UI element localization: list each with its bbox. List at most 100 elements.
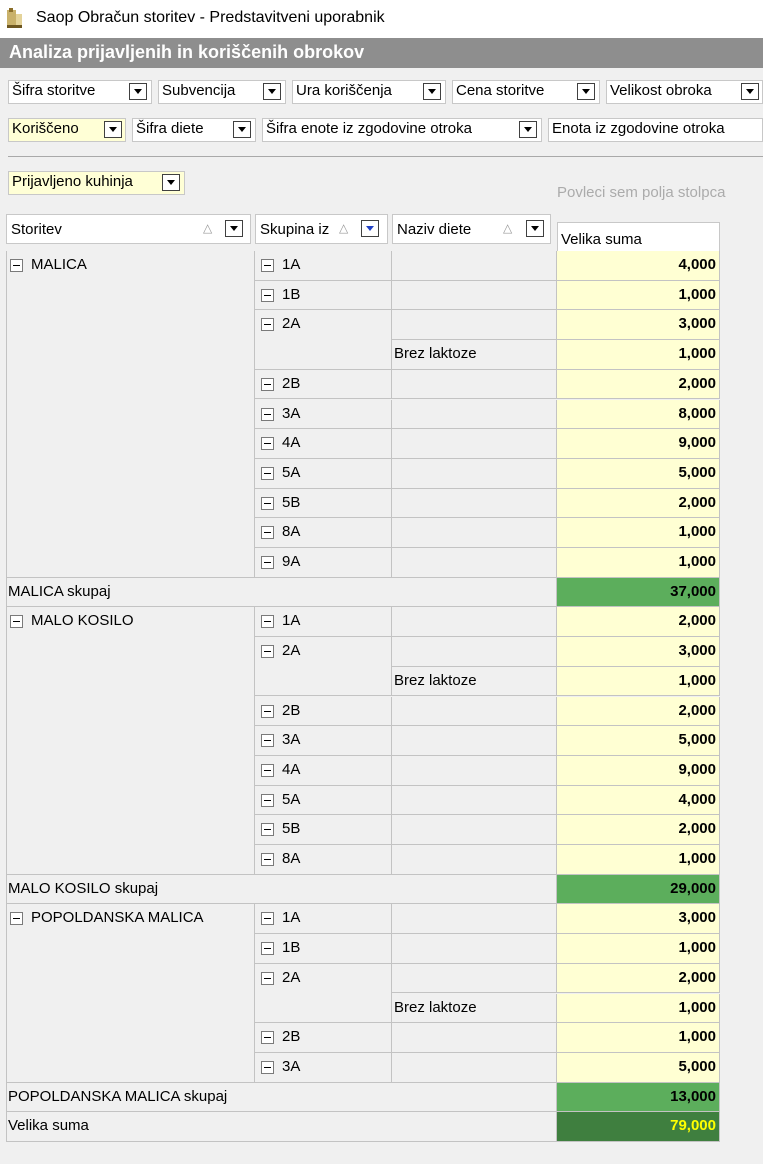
group-name-label: POPOLDANSKA MALICA — [31, 909, 204, 927]
dropdown-arrow-icon[interactable] — [233, 121, 251, 138]
collapse-toggle-icon[interactable] — [261, 1031, 274, 1045]
filter-field-ura-koriscenja[interactable]: Ura koriščenja — [292, 80, 446, 104]
row-cell-dieta — [392, 815, 557, 845]
row-cell-skupina[interactable]: 2A — [255, 637, 392, 697]
collapse-toggle-icon[interactable] — [261, 556, 274, 569]
row-cell-skupina[interactable]: 2B — [255, 369, 392, 400]
group-cell-storitev[interactable]: MALO KOSILO — [6, 607, 255, 875]
row-cell-skupina[interactable]: 3A — [255, 726, 392, 756]
filter-field-sifra-enote[interactable]: Šifra enote iz zgodovine otroka — [262, 118, 542, 142]
collapse-toggle-icon[interactable] — [261, 704, 274, 718]
filter-field-subvencija[interactable]: Subvencija — [158, 80, 286, 104]
collapse-toggle-icon[interactable] — [261, 615, 274, 629]
row-cell-skupina[interactable]: 1A — [255, 251, 392, 281]
dropdown-filter-icon[interactable] — [361, 220, 379, 237]
collapse-toggle-icon[interactable] — [261, 645, 274, 659]
row-cell-skupina[interactable]: 5B — [255, 488, 392, 519]
skupina-label: 2B — [282, 701, 301, 719]
row-cell-skupina[interactable]: 1A — [255, 904, 392, 935]
dropdown-arrow-icon[interactable] — [104, 121, 122, 138]
dropdown-arrow-icon[interactable] — [519, 121, 537, 138]
dropdown-arrow-icon[interactable] — [162, 174, 180, 191]
filter-field-sifra-storitve[interactable]: Šifra storitve — [8, 80, 152, 104]
collapse-toggle-icon[interactable] — [261, 942, 274, 956]
grand-total-value-cell: 79,000 — [557, 1112, 720, 1142]
row-cell-skupina[interactable]: 4A — [255, 429, 392, 459]
dropdown-arrow-icon[interactable] — [129, 83, 147, 100]
row-cell-skupina[interactable]: 1B — [255, 934, 392, 964]
dropdown-arrow-icon[interactable] — [526, 220, 544, 237]
row-header-naziv-diete[interactable]: Naziv diete △ — [392, 214, 551, 244]
collapse-toggle-icon[interactable] — [261, 763, 274, 777]
row-cell-skupina[interactable]: 2A — [255, 963, 392, 1024]
collapse-toggle-icon[interactable] — [261, 496, 274, 510]
filter-field-enota[interactable]: Enota iz zgodovine otroka — [548, 118, 763, 142]
collapse-toggle-icon[interactable] — [261, 377, 274, 391]
row-cell-skupina[interactable]: 5A — [255, 785, 392, 816]
row-cell-skupina[interactable]: 2A — [255, 310, 392, 370]
row-cell-skupina[interactable]: 8A — [255, 845, 392, 875]
row-cell-dieta — [392, 280, 557, 311]
grand-total-label-cell: Velika suma — [6, 1112, 557, 1142]
collapse-toggle-icon[interactable] — [261, 407, 274, 421]
row-cell-skupina[interactable]: 5A — [255, 458, 392, 489]
filter-field-koristeno[interactable]: Koriščeno — [8, 118, 126, 142]
collapse-toggle-icon[interactable] — [261, 1060, 274, 1074]
dropdown-arrow-icon[interactable] — [225, 220, 243, 237]
row-cell-skupina[interactable]: 3A — [255, 1052, 392, 1083]
app-icon — [6, 7, 24, 29]
collapse-toggle-icon[interactable] — [261, 853, 274, 866]
collapse-toggle-icon[interactable] — [261, 526, 274, 540]
row-cell-skupina[interactable]: 1A — [255, 607, 392, 638]
skupina-label: 2B — [282, 374, 301, 392]
group-name-label: MALO KOSILO — [31, 612, 134, 630]
collapse-toggle-icon[interactable] — [261, 793, 274, 807]
row-cell-skupina[interactable]: 8A — [255, 518, 392, 548]
row-cell-skupina[interactable]: 1B — [255, 280, 392, 311]
dropdown-arrow-icon[interactable] — [577, 83, 595, 100]
collapse-toggle-icon[interactable] — [10, 912, 23, 926]
group-cell-storitev[interactable]: POPOLDANSKA MALICA — [6, 904, 255, 1083]
collapse-toggle-icon[interactable] — [10, 259, 23, 272]
filter-field-velikost-obroka[interactable]: Velikost obroka — [606, 80, 763, 104]
row-cell-skupina[interactable]: 4A — [255, 755, 392, 786]
skupina-label: 3A — [282, 404, 301, 422]
filter-field-label: Koriščeno — [12, 120, 79, 137]
data-field-prijavljeno-kuhinja[interactable]: Prijavljeno kuhinja — [8, 171, 185, 195]
skupina-label: 5A — [282, 790, 301, 808]
value-cell: 1,000 — [557, 845, 720, 875]
collapse-toggle-icon[interactable] — [261, 823, 274, 837]
row-header-storitev[interactable]: Storitev △ — [6, 214, 251, 244]
group-cell-storitev[interactable]: MALICA — [6, 251, 255, 578]
collapse-toggle-icon[interactable] — [261, 288, 274, 302]
collapse-toggle-icon[interactable] — [10, 615, 23, 629]
window-title: Saop Obračun storitev - Predstavitveni u… — [36, 9, 385, 26]
dieta-label: Brez laktoze — [394, 671, 477, 689]
collapse-toggle-icon[interactable] — [261, 437, 274, 451]
collapse-toggle-icon[interactable] — [261, 318, 274, 332]
row-cell-dieta — [392, 726, 557, 756]
collapse-toggle-icon[interactable] — [261, 912, 274, 926]
skupina-label: 3A — [282, 731, 301, 749]
row-header-skupina[interactable]: Skupina iz △ — [255, 214, 388, 244]
dropdown-arrow-icon[interactable] — [741, 83, 759, 100]
row-cell-skupina[interactable]: 2B — [255, 696, 392, 727]
row-cell-skupina[interactable]: 2B — [255, 1023, 392, 1053]
skupina-label: 4A — [282, 760, 301, 778]
collapse-toggle-icon[interactable] — [261, 259, 274, 272]
dropdown-arrow-icon[interactable] — [423, 83, 441, 100]
filter-field-sifra-diete[interactable]: Šifra diete — [132, 118, 256, 142]
row-cell-skupina[interactable]: 5B — [255, 815, 392, 845]
collapse-toggle-icon[interactable] — [261, 734, 274, 748]
filter-field-label: Enota iz zgodovine otroka — [552, 120, 725, 137]
row-cell-skupina[interactable]: 3A — [255, 399, 392, 430]
filter-field-cena-storitve[interactable]: Cena storitve — [452, 80, 600, 104]
collapse-toggle-icon[interactable] — [261, 466, 274, 480]
collapse-toggle-icon[interactable] — [261, 971, 274, 985]
window-titlebar: Saop Obračun storitev - Predstavitveni u… — [0, 0, 763, 38]
skupina-label: 1A — [282, 256, 301, 273]
skupina-label: 1B — [282, 939, 301, 957]
dropdown-arrow-icon[interactable] — [263, 83, 281, 100]
row-cell-skupina[interactable]: 9A — [255, 548, 392, 578]
value-cell: 2,000 — [557, 607, 720, 638]
